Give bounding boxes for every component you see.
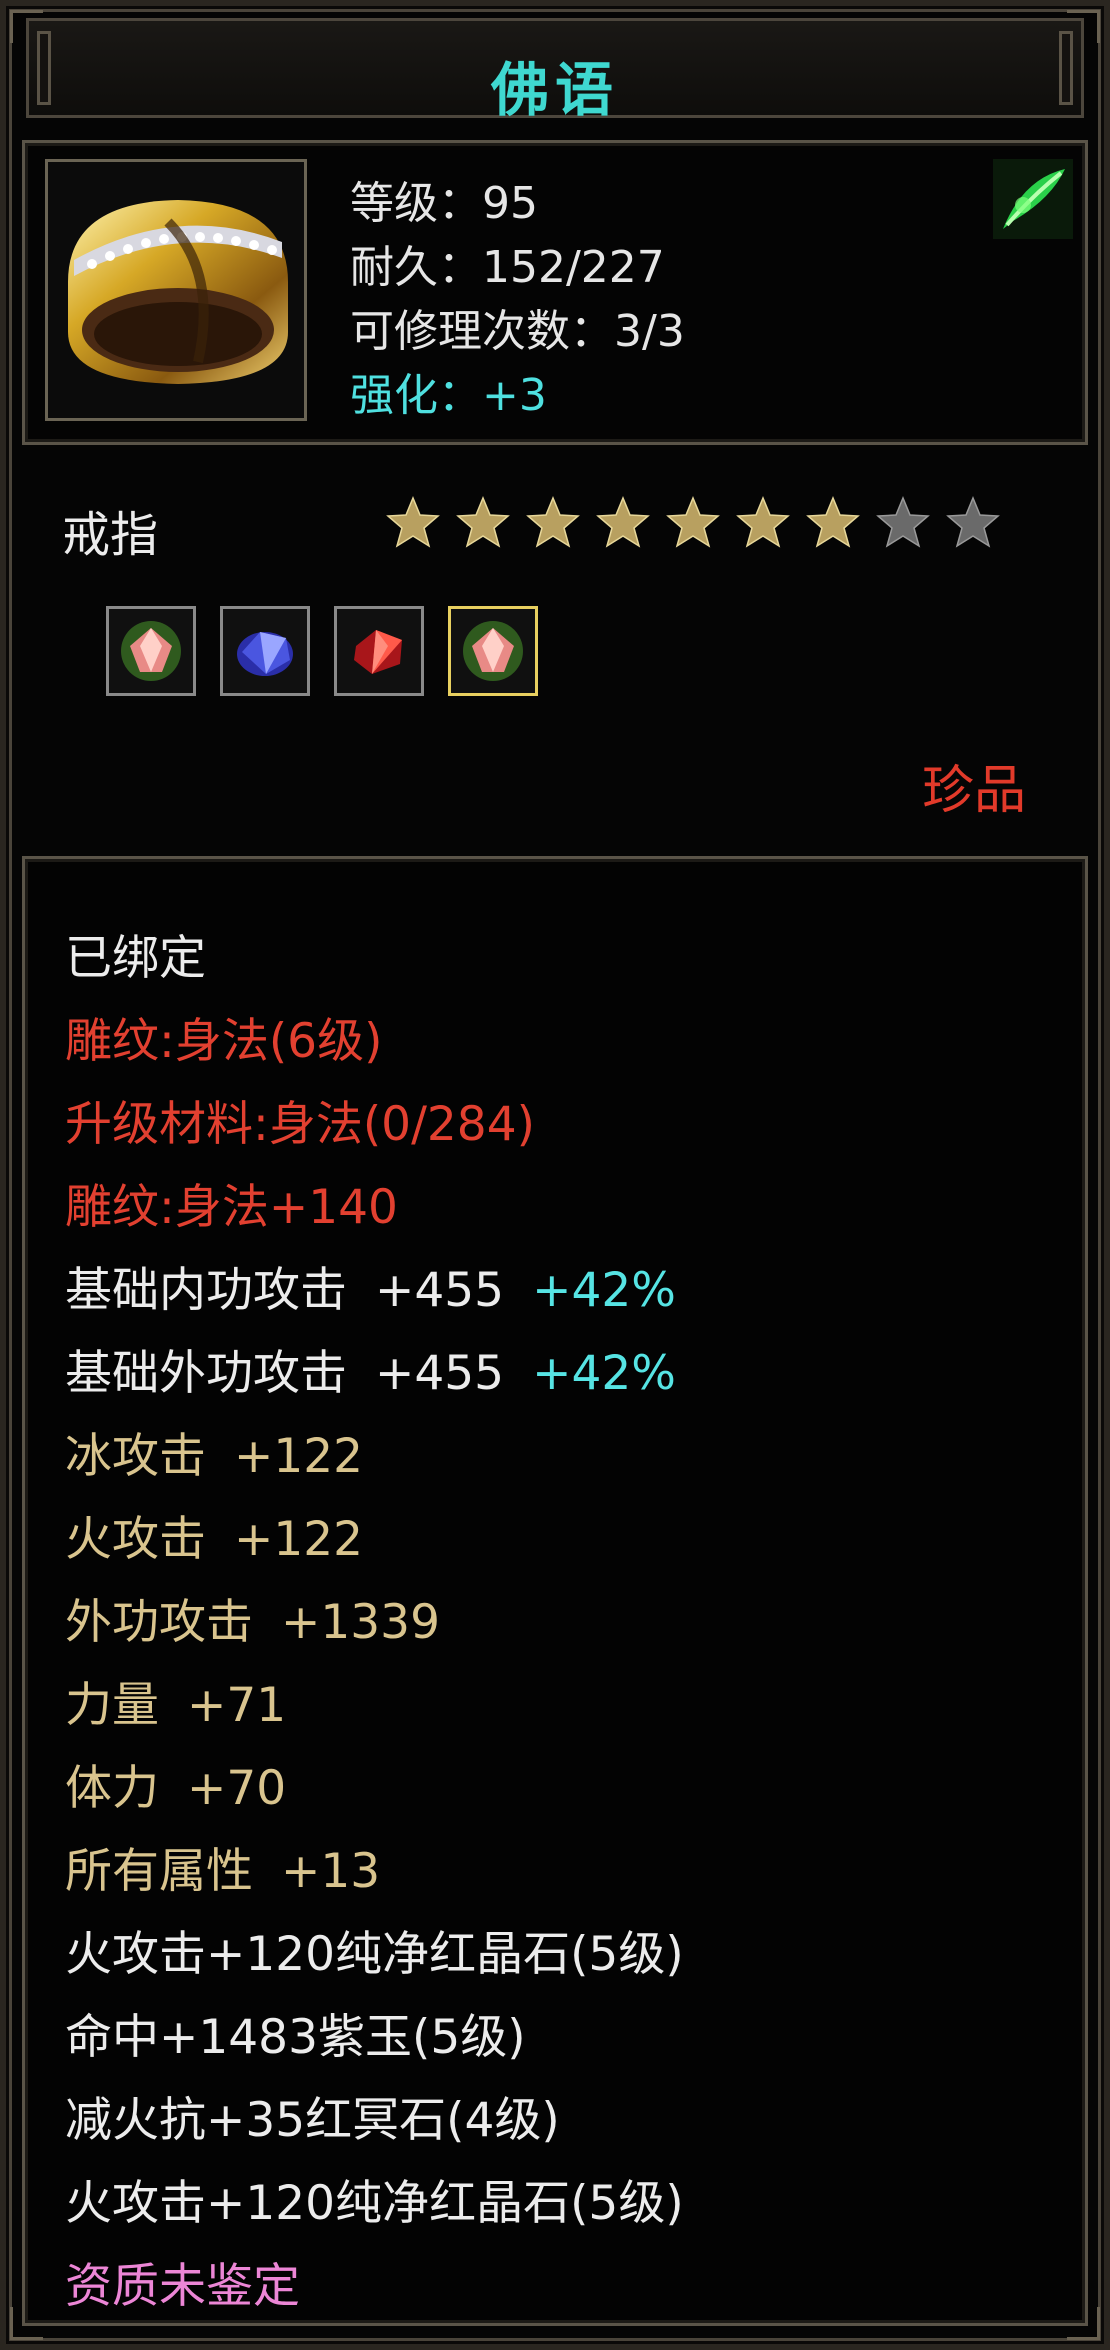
gem-effect-line: 减火抗+35红冥石(4级): [65, 2093, 560, 2148]
attribute-value: +71: [187, 1678, 287, 1733]
star-filled-icon: [666, 496, 720, 548]
socketed-gems: [106, 606, 538, 696]
attribute-label: 火攻击: [65, 1512, 206, 1567]
attribute-label: 外功攻击: [65, 1595, 253, 1650]
attribute-label: 基础外功攻击: [65, 1346, 347, 1401]
gem-effect-line: 火攻击+120纯净红晶石(5级): [65, 1927, 684, 1982]
red-gem-icon[interactable]: [334, 606, 424, 696]
engraving-level: 雕纹:身法(6级): [65, 1014, 383, 1069]
bound-status: 已绑定: [65, 931, 206, 986]
upgrade-material: 升级材料:身法(0/284): [65, 1097, 535, 1152]
attribute-label: 力量: [65, 1678, 159, 1733]
attribute-line: 力量 +71: [65, 1666, 286, 1735]
green-gem-icon[interactable]: [106, 606, 196, 696]
star-filled-icon: [806, 496, 860, 548]
item-header-panel: 等级：95 耐久：152/227 可修理次数：3/3 强化：+3: [22, 140, 1088, 445]
item-enhancement: 强化：+3: [350, 370, 547, 421]
item-repair-count: 可修理次数：3/3: [350, 306, 685, 357]
rarity-label: 珍品: [921, 761, 1026, 821]
star-empty-icon: [876, 496, 930, 548]
star-filled-icon: [526, 496, 580, 548]
quality-stars: [385, 495, 1001, 551]
star-filled-icon: [386, 496, 440, 548]
gem-effect-line: 火攻击+120纯净红晶石(5级): [65, 2176, 684, 2231]
attribute-line: 所有属性 +13: [65, 1832, 380, 1901]
attribute-line: 火攻击 +122: [65, 1500, 363, 1569]
item-durability: 耐久：152/227: [350, 242, 665, 293]
star-empty-icon: [946, 496, 1000, 548]
attribute-label: 冰攻击: [65, 1429, 206, 1484]
star-filled-icon: [456, 496, 510, 548]
item-level: 等级：95: [350, 178, 538, 229]
item-name: 佛语: [490, 56, 619, 124]
attribute-value: +122: [234, 1512, 364, 1567]
star-filled-icon: [736, 496, 790, 548]
star-filled-icon: [596, 496, 650, 548]
attribute-line: 基础内功攻击 +455 +42%: [65, 1251, 676, 1320]
attribute-label: 体力: [65, 1761, 159, 1816]
blue-gem-icon[interactable]: [220, 606, 310, 696]
attribute-label: 基础内功攻击: [65, 1263, 347, 1318]
aptitude-status: 资质未鉴定: [65, 2259, 300, 2314]
gem-effect-line: 命中+1483紫玉(5级): [65, 2010, 526, 2065]
ring-icon: [45, 159, 307, 421]
attribute-bonus: +42%: [532, 1346, 676, 1401]
attribute-line: 基础外功攻击 +455 +42%: [65, 1334, 676, 1403]
attribute-line: 外功攻击 +1339: [65, 1583, 440, 1652]
attribute-value: +122: [234, 1429, 364, 1484]
item-type: 戒指: [62, 507, 159, 563]
attribute-value: +13: [281, 1844, 381, 1899]
attribute-bonus: +42%: [532, 1263, 676, 1318]
attribute-line: 体力 +70: [65, 1749, 286, 1818]
title-bar: 佛语: [26, 18, 1084, 124]
engraving-bonus: 雕纹:身法+140: [65, 1180, 398, 1235]
attribute-label: 所有属性: [65, 1844, 253, 1899]
attribute-value: +455: [375, 1346, 505, 1401]
attribute-line: 冰攻击 +122: [65, 1417, 363, 1486]
attribute-panel: 已绑定 雕纹:身法(6级) 升级材料:身法(0/284) 雕纹:身法+140 基…: [22, 856, 1088, 2326]
attribute-value: +1339: [281, 1595, 440, 1650]
attribute-value: +70: [187, 1761, 287, 1816]
green-gem-icon[interactable]: [448, 606, 538, 696]
green-feather-icon: [993, 159, 1073, 239]
attribute-value: +455: [375, 1263, 505, 1318]
